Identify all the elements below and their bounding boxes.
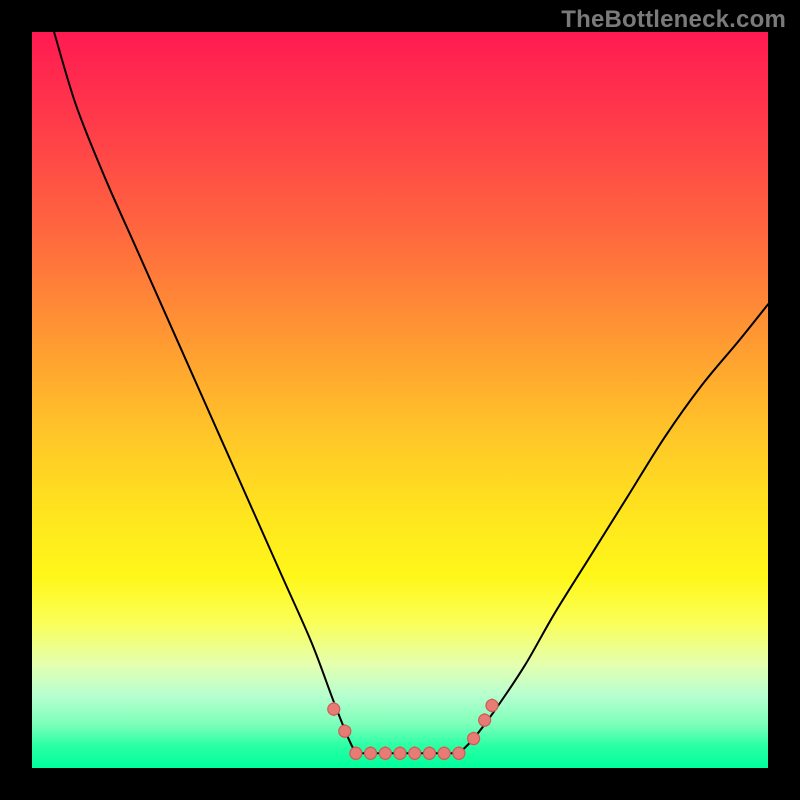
marker-dot (479, 714, 491, 726)
plot-area (32, 32, 768, 768)
marker-dot (423, 747, 435, 759)
curve-right-branch (459, 304, 768, 753)
bottleneck-curve (32, 32, 768, 768)
watermark-text: TheBottleneck.com (561, 6, 786, 34)
marker-dot (409, 747, 421, 759)
marker-dot (394, 747, 406, 759)
marker-dot (339, 725, 351, 737)
marker-dot (453, 747, 465, 759)
marker-dot (468, 733, 480, 745)
curve-left-branch (54, 32, 356, 753)
marker-dot (486, 699, 498, 711)
marker-dot (438, 747, 450, 759)
marker-dot (350, 747, 362, 759)
marker-dot (328, 703, 340, 715)
marker-dot (379, 747, 391, 759)
chart-frame: TheBottleneck.com (0, 0, 800, 800)
marker-dot (365, 747, 377, 759)
